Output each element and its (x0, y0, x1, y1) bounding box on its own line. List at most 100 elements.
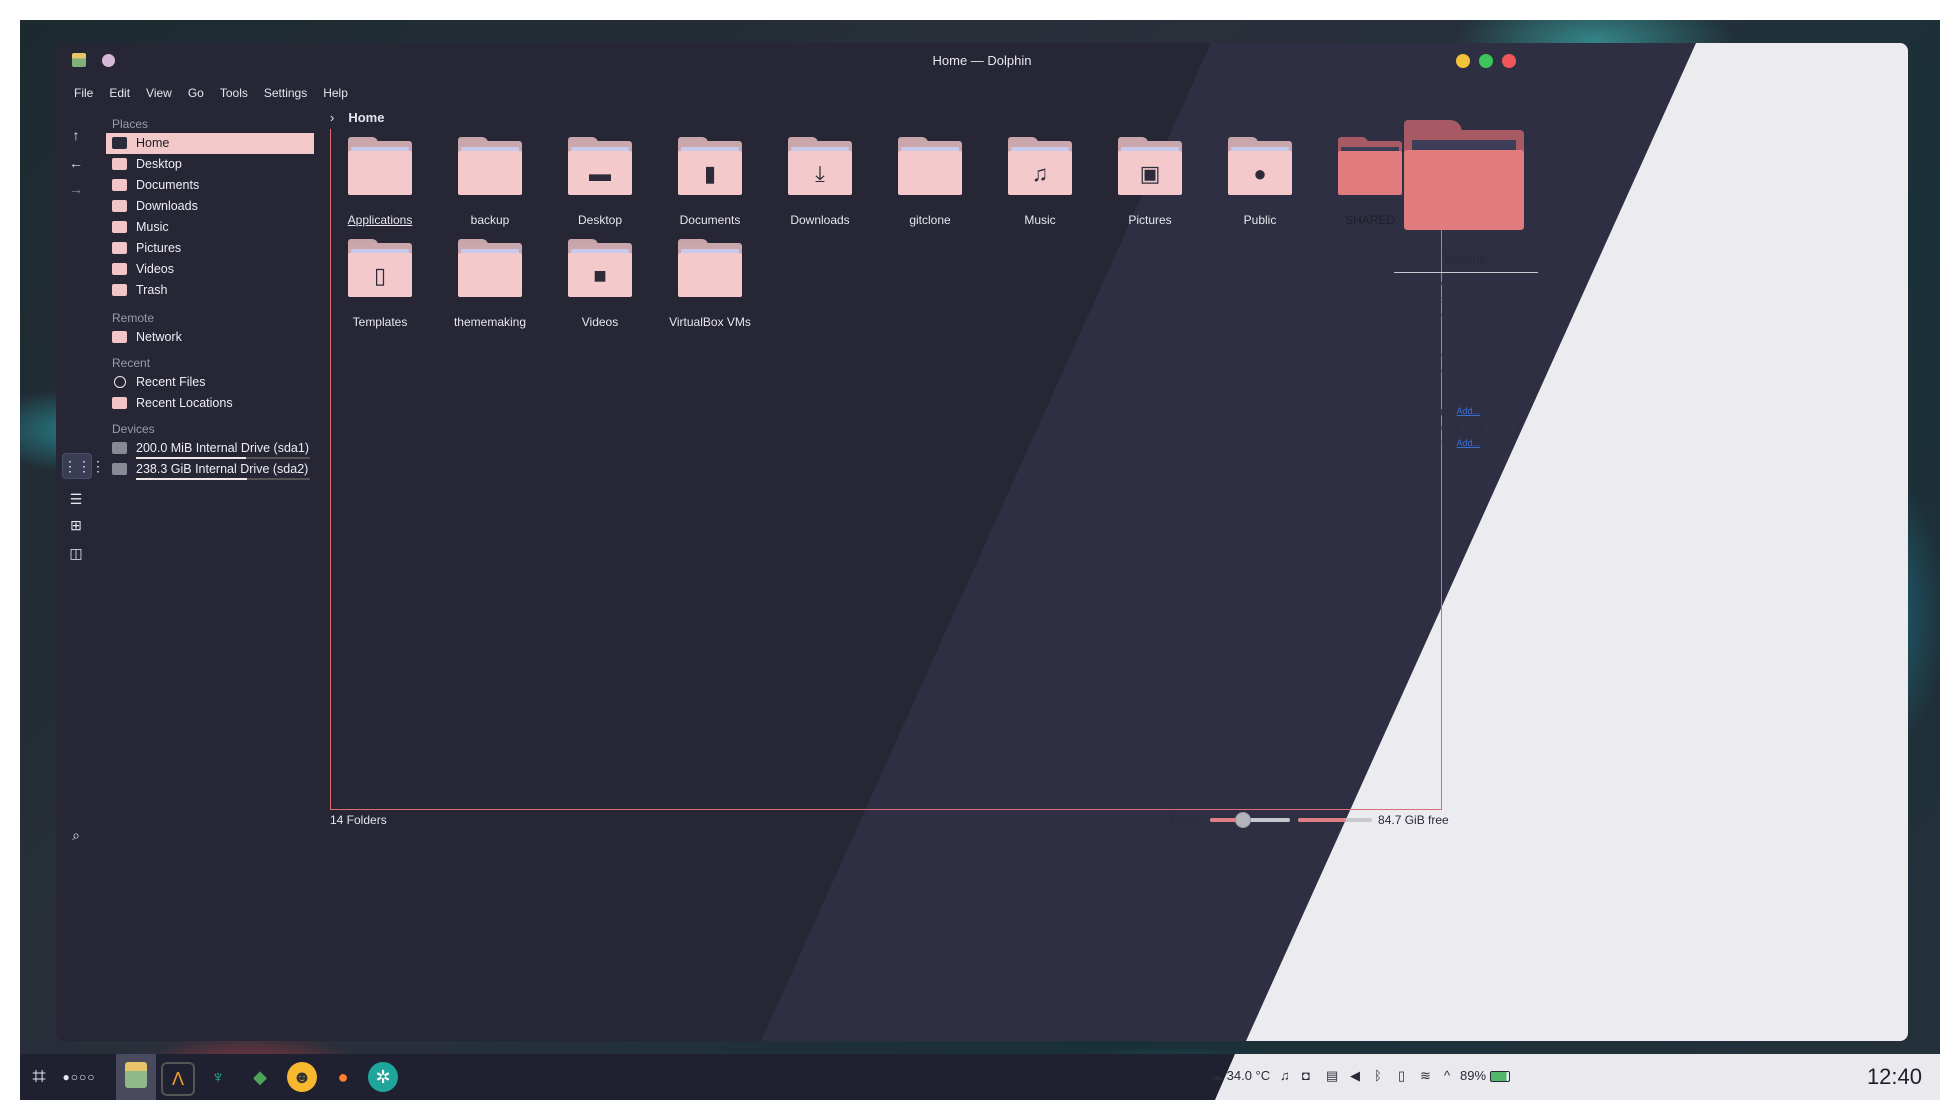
place-trash[interactable]: Trash (106, 280, 314, 301)
left-toolbar: ↑ ← → ⋮⋮⋮ ☰ ⊞ ◫ ⌕ (56, 115, 105, 1041)
zoom-label: Zoom: (1168, 813, 1203, 827)
folder-icon: ● (1228, 137, 1292, 197)
device-sda1[interactable]: 200.0 MiB Internal Drive (sda1) (106, 438, 314, 459)
home-icon (112, 137, 127, 149)
rating-stars[interactable]: ★★★★★ (1457, 420, 1538, 433)
menu-help[interactable]: Help (315, 83, 356, 103)
maximize-button[interactable] (1479, 54, 1493, 68)
folder-item[interactable]: backup (440, 137, 540, 227)
details-view-icon[interactable]: ☰ (68, 491, 84, 507)
folder-item[interactable]: ♫ Music (990, 137, 1090, 227)
forward-arrow-icon[interactable]: → (68, 181, 84, 197)
icon-view-icon[interactable]: ⋮⋮⋮ (62, 453, 105, 479)
folder-item[interactable]: gitclone (880, 137, 980, 227)
app-launcher-icon[interactable]: ⌗ (24, 1062, 54, 1092)
folder-item[interactable]: ⤓ Downloads (770, 137, 870, 227)
tree-view-icon[interactable]: ⊞ (68, 517, 84, 533)
menu-edit[interactable]: Edit (101, 83, 138, 103)
folder-name: Public (1243, 213, 1277, 227)
zoom-slider-handle[interactable] (1235, 812, 1252, 828)
wifi-icon[interactable]: ≋ (1420, 1068, 1431, 1084)
folder-icon (458, 239, 522, 299)
pictures-folder-icon (112, 242, 127, 254)
clipboard-icon[interactable]: ▤ (1326, 1068, 1338, 1084)
folder-icon: ■ (568, 239, 632, 299)
folder-item[interactable]: ■ Videos (550, 239, 650, 329)
menu-view[interactable]: View (138, 83, 180, 103)
search-icon[interactable]: ⌕ (68, 827, 84, 843)
menu-go[interactable]: Go (180, 83, 212, 103)
folder-item[interactable]: VirtualBox VMs (660, 239, 760, 329)
shutter-icon[interactable]: ✲ (368, 1062, 398, 1092)
minimize-button[interactable] (1456, 54, 1470, 68)
folder-item[interactable]: ▬ Desktop (550, 137, 650, 227)
sublime-text-icon[interactable]: Λ (161, 1062, 195, 1096)
network-icon (112, 331, 127, 343)
minecraft-icon[interactable]: ◆ (245, 1062, 275, 1092)
place-recent-locations[interactable]: Recent Locations (106, 393, 314, 414)
info-value[interactable]: Add... (1457, 405, 1538, 417)
folder-icon: ♫ (1008, 137, 1072, 197)
place-home[interactable]: Home (106, 133, 314, 154)
volume-icon[interactable]: ◀ (1350, 1068, 1360, 1084)
discord-icon[interactable]: ☻ (287, 1062, 317, 1092)
kdeconnect-icon[interactable]: ▯ (1398, 1068, 1405, 1084)
chevron-right-icon[interactable]: › (330, 110, 334, 125)
menu-file[interactable]: File (66, 83, 101, 103)
discord-tray-icon[interactable]: ◘ (1302, 1068, 1310, 1083)
expand-tray-icon[interactable]: ^ (1444, 1068, 1450, 1083)
folder-item[interactable]: ▣ Pictures (1100, 137, 1200, 227)
folder-item[interactable]: ▮ Documents (660, 137, 760, 227)
notifications-icon[interactable]: ♫ (1280, 1068, 1290, 1083)
split-view-icon[interactable]: ◫ (68, 545, 84, 561)
places-header: Places (112, 117, 149, 131)
place-videos[interactable]: Videos (106, 259, 314, 280)
tweak-tool-icon[interactable]: ♆ (203, 1062, 233, 1092)
place-recent-files[interactable]: Recent Files (106, 372, 314, 393)
info-key: Rating: (1421, 422, 1450, 432)
virtual-desktop-pager-icon[interactable]: ●○○○ (54, 1062, 104, 1092)
videos-folder-icon (112, 263, 127, 275)
place-documents[interactable]: Documents (106, 175, 314, 196)
folder-icon: ⤓ (788, 137, 852, 197)
drive-icon (112, 442, 127, 454)
info-value[interactable]: Add... (1457, 437, 1538, 449)
battery-percent: 89% (1460, 1068, 1487, 1083)
folder-item[interactable]: Applications (330, 137, 430, 227)
status-zoom: Zoom: 84.7 GiB free (1168, 812, 1449, 828)
up-arrow-icon[interactable]: ↑ (68, 127, 84, 143)
downloads-folder-icon (112, 200, 127, 212)
device-sda2[interactable]: 238.3 GiB Internal Drive (sda2) (106, 459, 314, 480)
place-downloads[interactable]: Downloads (106, 196, 314, 217)
place-music[interactable]: Music (106, 217, 314, 238)
breadcrumb-home[interactable]: Home (348, 110, 384, 125)
menu-tools[interactable]: Tools (212, 83, 256, 103)
titlebar[interactable]: Home — Dolphin (56, 43, 1908, 77)
back-arrow-icon[interactable]: ← (68, 155, 84, 171)
dolphin-task-icon[interactable] (116, 1054, 156, 1100)
folder-icon: ▬ (568, 137, 632, 197)
folder-name: backup (470, 213, 510, 227)
battery-widget[interactable]: 89% (1460, 1068, 1510, 1083)
close-button[interactable] (1502, 54, 1516, 68)
folder-icon (678, 239, 742, 299)
place-pictures[interactable]: Pictures (106, 238, 314, 259)
place-desktop[interactable]: Desktop (106, 154, 314, 175)
folder-item[interactable]: ● Public (1210, 137, 1310, 227)
information-panel: backup Type: folder Size: 1 item Modified: Th… (1394, 120, 1538, 453)
free-space-fill (1298, 818, 1347, 822)
folder-item[interactable]: thememaking (440, 239, 540, 329)
info-row: Size: 1 item (1394, 293, 1538, 305)
folder-item[interactable]: ▯ Templates (330, 239, 430, 329)
folder-name: thememaking (453, 315, 527, 329)
place-network[interactable]: Network (106, 327, 314, 348)
bluetooth-icon[interactable]: ᛒ (1374, 1068, 1382, 1083)
folder-icon: ▣ (1118, 137, 1182, 197)
info-key: Accessed: (1408, 350, 1450, 360)
weather-widget[interactable]: ☁ 34.0 °C (1210, 1068, 1270, 1084)
clock[interactable]: 12:40 (1867, 1064, 1922, 1090)
firefox-icon[interactable]: ● (328, 1062, 358, 1092)
zoom-slider[interactable] (1210, 812, 1291, 828)
menu-settings[interactable]: Settings (256, 83, 315, 103)
folder-name: Pictures (1128, 213, 1172, 227)
